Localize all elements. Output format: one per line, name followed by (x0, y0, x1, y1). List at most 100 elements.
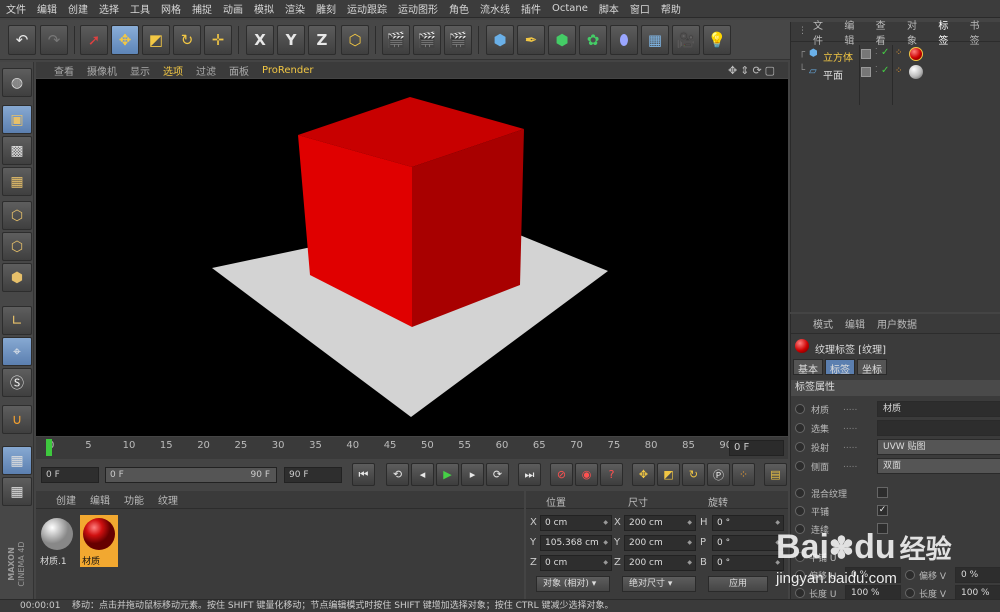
tweak-mode-button[interactable]: ⌖ (2, 337, 32, 366)
attribute-field[interactable]: UVW 贴图 (877, 439, 1000, 455)
menu-item[interactable]: 帮助 (661, 1, 681, 16)
undo-button[interactable]: ↶ (8, 25, 36, 55)
play-button[interactable]: ▶ (436, 463, 459, 486)
material-item-1[interactable]: 材质.1 (38, 515, 76, 567)
material-menu-item[interactable]: 纹理 (158, 492, 178, 507)
apply-button[interactable]: 应用 (708, 576, 768, 592)
menu-item[interactable]: 脚本 (599, 1, 619, 16)
maximize-icon[interactable]: ▢ (765, 64, 775, 77)
layer-icon[interactable] (861, 49, 871, 59)
attribute-menu-item[interactable]: 模式 (813, 316, 833, 331)
viewport-menu-item[interactable]: 过滤 (196, 63, 216, 78)
attribute-radio[interactable] (795, 461, 805, 471)
polygons-mode-button[interactable]: ⬢ (2, 263, 32, 292)
size-field[interactable]: 200 cm (624, 555, 696, 571)
model-mode-button[interactable]: ▣ (2, 105, 32, 134)
x-axis-button[interactable]: X (246, 25, 274, 55)
edges-mode-button[interactable]: ⬡ (2, 232, 32, 261)
enabled-check-icon[interactable]: ✓ (881, 47, 889, 58)
menu-item[interactable]: 创建 (68, 1, 88, 16)
key-position-button[interactable]: ✥ (632, 463, 655, 486)
go-to-end-button[interactable]: ⏭ (518, 463, 541, 486)
object-menu-item[interactable]: 编辑 (844, 17, 863, 47)
cloner-button[interactable]: ✿ (579, 25, 607, 55)
render-view-button[interactable]: 🎬 (382, 25, 410, 55)
timeline-window-button[interactable]: ▤ (764, 463, 787, 486)
material-menu-item[interactable]: 编辑 (90, 492, 110, 507)
object-row-cube[interactable]: ┌ ⬢ 立方体 ⁚ ✓ ⁘ (791, 45, 1000, 105)
menu-item[interactable]: 选择 (99, 1, 119, 16)
viewport-menu-item[interactable]: ProRender (262, 65, 313, 76)
timeline-ruler[interactable]: 051015202530354045505560657075808590 (36, 437, 732, 459)
attribute-radio[interactable] (795, 488, 805, 498)
redo-button[interactable]: ↷ (40, 25, 68, 55)
autokey-button[interactable]: ◉ (575, 463, 598, 486)
coordinate-system-button[interactable]: ⬡ (341, 25, 369, 55)
magnet-button[interactable]: ∪ (2, 405, 32, 434)
menu-item[interactable]: 渲染 (285, 1, 305, 16)
recent-tool-button[interactable]: ✛ (204, 25, 232, 55)
scale-tool-button[interactable]: ◩ (142, 25, 170, 55)
points-mode-button[interactable]: ⬡ (2, 201, 32, 230)
texture-mode-button[interactable]: ▩ (2, 136, 32, 165)
end-frame-field[interactable]: 90 F (284, 467, 342, 483)
subdivision-button[interactable]: ⬢ (548, 25, 576, 55)
viewport-menu-item[interactable]: 摄像机 (87, 63, 117, 78)
attribute-subtab[interactable]: 基本 (793, 359, 823, 376)
render-settings-button[interactable]: 🎬 (444, 25, 472, 55)
orbit-icon[interactable]: ⟳ (752, 64, 761, 77)
object-menu-item[interactable]: 文件 (813, 17, 832, 47)
enabled-check-icon[interactable]: ✓ (881, 65, 889, 76)
position-field[interactable]: 105.368 cm (540, 535, 612, 551)
size-mode-dropdown[interactable]: 绝对尺寸 ▾ (622, 576, 696, 592)
size-field[interactable]: 200 cm (624, 535, 696, 551)
zoom-icon[interactable]: ⇕ (740, 64, 749, 77)
playhead[interactable] (46, 439, 52, 456)
menu-item[interactable]: 模拟 (254, 1, 274, 16)
attribute-field[interactable]: 材质 (877, 401, 1000, 417)
live-selection-button[interactable]: ➚ (80, 25, 108, 55)
start-frame-field[interactable]: 0 F (41, 467, 99, 483)
snapping-button[interactable]: Ⓢ (2, 368, 32, 397)
phong-tag-icon[interactable]: ⁘ (895, 48, 903, 58)
menu-item[interactable]: Octane (552, 3, 588, 14)
material-item-2-selected[interactable]: 材质 (80, 515, 118, 567)
viewport-menu-item[interactable]: 查看 (54, 63, 74, 78)
menu-item[interactable]: 流水线 (480, 1, 510, 16)
object-menu-item[interactable]: 对象 (907, 17, 926, 47)
phong-tag-icon[interactable]: ⁘ (895, 66, 903, 76)
material-tag-icon[interactable] (909, 47, 923, 61)
next-frame-button[interactable]: ▸ (461, 463, 484, 486)
keyframe-selection-button[interactable]: ? (600, 463, 623, 486)
object-row-plane[interactable]: └ ▱ 平面 ⁚ ✓ ⁘ (791, 65, 1000, 82)
3d-viewport[interactable] (36, 79, 788, 436)
camera-button[interactable]: 🎥 (672, 25, 700, 55)
key-rotation-button[interactable]: ↻ (682, 463, 705, 486)
spline-pen-button[interactable]: ✒ (517, 25, 545, 55)
key-pla-button[interactable]: ⁘ (732, 463, 755, 486)
checkbox[interactable] (877, 487, 888, 498)
attribute-menu-item[interactable]: 用户数据 (877, 316, 917, 331)
workplane-grid-button[interactable]: ▦ (2, 167, 32, 196)
key-scale-button[interactable]: ◩ (657, 463, 680, 486)
menu-item[interactable]: 运动图形 (398, 1, 438, 16)
attribute-radio[interactable] (795, 423, 805, 433)
lock-workplane-button[interactable]: ▦ (2, 446, 32, 475)
viewport-menu-item[interactable]: 面板 (229, 63, 249, 78)
previous-key-button[interactable]: ⟲ (386, 463, 409, 486)
workplane-button[interactable]: ◍ (2, 68, 32, 97)
menu-item[interactable]: 雕刻 (316, 1, 336, 16)
next-key-button[interactable]: ⟳ (486, 463, 509, 486)
attribute-subtab[interactable]: 坐标 (857, 359, 887, 376)
object-menu-item[interactable]: 标签 (938, 17, 957, 47)
size-field[interactable]: 200 cm (624, 515, 696, 531)
key-parameter-button[interactable]: Ⓟ (707, 463, 730, 486)
go-to-start-button[interactable]: ⏮ (352, 463, 375, 486)
menu-item[interactable]: 窗口 (630, 1, 650, 16)
floor-button[interactable]: ▦ (641, 25, 669, 55)
frame-range-slider[interactable]: 0 F 90 F (105, 467, 277, 483)
viewport-menu-item[interactable]: 选项 (163, 63, 183, 78)
move-tool-button[interactable]: ✥ (111, 25, 139, 55)
visibility-dots-icon[interactable]: ⁚ (875, 47, 878, 56)
position-field[interactable]: 0 cm (540, 555, 612, 571)
